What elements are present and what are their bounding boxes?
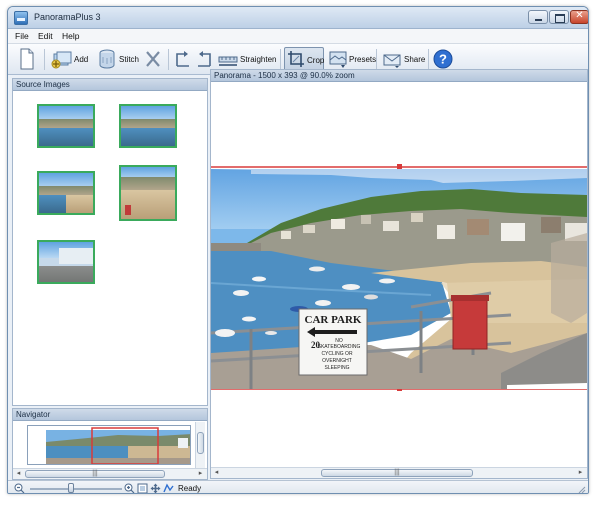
maximize-button[interactable] (549, 10, 569, 24)
source-thumbnail[interactable] (37, 104, 95, 148)
app-icon (14, 11, 28, 25)
navigator-vertical-scrollbar[interactable] (195, 422, 205, 468)
presets-icon (329, 51, 347, 68)
minimize-button[interactable] (528, 10, 548, 24)
panorama-image: CAR PARK 20 NO SKATEBOARDING CYCLING OR … (211, 169, 587, 389)
title-bar[interactable]: PanoramaPlus 3 ✕ (8, 7, 588, 29)
scroll-right-arrow-icon[interactable]: ▸ (575, 468, 586, 478)
panorama-header: Panorama - 1500 x 393 @ 90.0% zoom (211, 70, 587, 82)
delete-button[interactable] (142, 47, 164, 71)
zoom-slider-knob[interactable] (68, 483, 74, 493)
straighten-icon (218, 56, 238, 66)
svg-text:?: ? (439, 52, 447, 67)
panorama-canvas[interactable]: CAR PARK 20 NO SKATEBOARDING CYCLING OR … (211, 83, 587, 467)
add-label: Add (74, 55, 89, 64)
panorama-hscroll-thumb[interactable]: ||| (321, 469, 473, 477)
navigator-vscroll-thumb[interactable] (197, 432, 204, 454)
menu-file[interactable]: File (15, 31, 29, 41)
resize-grip-icon[interactable] (576, 484, 586, 494)
panorama-horizontal-scrollbar[interactable]: ◂ ||| ▸ (211, 467, 587, 478)
share-icon (383, 54, 401, 68)
crop-handle-top[interactable] (397, 164, 402, 169)
rotate-right-button[interactable] (194, 47, 214, 71)
navigator-panel: Navigator ◂ ||| ▸ (12, 408, 208, 480)
red-bin-shape (125, 205, 131, 215)
close-button[interactable]: ✕ (570, 10, 588, 24)
zoom-out-icon[interactable] (14, 483, 25, 494)
sign-title: CAR PARK (305, 314, 362, 326)
new-document-icon (20, 48, 34, 70)
source-images-header: Source Images (13, 79, 207, 91)
new-button[interactable] (16, 47, 38, 71)
status-bar: Ready (8, 480, 588, 494)
add-button[interactable]: Add (48, 47, 92, 71)
toolbar-separator (376, 49, 377, 70)
zoom-slider-track[interactable] (30, 488, 122, 490)
sign-line-3: CYCLING OR (321, 351, 353, 357)
crop-label: Crop (307, 56, 325, 65)
scroll-right-arrow-icon[interactable]: ▸ (195, 469, 206, 479)
menu-bar: File Edit Help (8, 29, 588, 44)
help-icon: ? (433, 49, 453, 69)
sign-line-4: OVERNIGHT (322, 358, 352, 364)
delete-icon (146, 51, 160, 67)
toolbar-separator (44, 49, 45, 70)
crop-icon (288, 51, 304, 67)
stitch-button[interactable]: Stitch (94, 47, 140, 71)
pan-icon[interactable] (150, 483, 161, 494)
navigator-header: Navigator (13, 409, 207, 421)
panorama-panel: Panorama - 1500 x 393 @ 90.0% zoom CAR P… (210, 69, 588, 479)
menu-help[interactable]: Help (62, 31, 79, 41)
straighten-button[interactable]: Straighten (216, 47, 276, 71)
navigator-panorama-image (28, 426, 190, 464)
presets-label: Presets (349, 55, 377, 64)
sign-line-2: SKATEBOARDING (318, 344, 361, 350)
status-text: Ready (178, 484, 202, 493)
scroll-left-arrow-icon[interactable]: ◂ (13, 469, 24, 479)
navigator-horizontal-scrollbar[interactable]: ◂ ||| ▸ (13, 468, 207, 479)
scroll-left-arrow-icon[interactable]: ◂ (211, 468, 222, 478)
stitch-icon (99, 49, 115, 69)
crop-button[interactable]: Crop (284, 47, 324, 71)
zoom-in-icon[interactable] (124, 483, 135, 494)
source-thumbnail[interactable] (119, 165, 177, 221)
toolbar-separator (168, 49, 169, 70)
rotate-right-icon (198, 51, 211, 67)
share-button[interactable]: Share (380, 47, 426, 71)
share-label: Share (404, 55, 426, 64)
straighten-label: Straighten (240, 55, 277, 64)
window-title: PanoramaPlus 3 (34, 12, 101, 22)
sign-line-5: SLEEPING (324, 365, 349, 371)
presets-button[interactable]: Presets (326, 47, 377, 71)
source-thumbnail[interactable] (37, 240, 95, 284)
navigator-toggle-icon[interactable] (163, 483, 174, 494)
source-images-panel: Source Images (12, 78, 208, 406)
toolbar-separator (280, 49, 281, 70)
stitch-label: Stitch (119, 55, 140, 64)
navigator-preview[interactable] (27, 425, 191, 465)
help-button[interactable]: ? (432, 47, 454, 71)
source-thumbnail[interactable] (37, 171, 95, 215)
rotate-left-icon (176, 51, 189, 67)
menu-edit[interactable]: Edit (38, 31, 53, 41)
app-window: PanoramaPlus 3 ✕ File Edit Help Add Stit… (7, 6, 589, 494)
fit-to-window-icon[interactable] (137, 483, 148, 494)
source-thumbnail[interactable] (119, 104, 177, 148)
close-icon: ✕ (575, 10, 584, 21)
toolbar-separator (428, 49, 429, 70)
add-images-icon (51, 51, 72, 69)
rotate-left-button[interactable] (172, 47, 192, 71)
navigator-hscroll-thumb[interactable]: ||| (25, 470, 165, 478)
